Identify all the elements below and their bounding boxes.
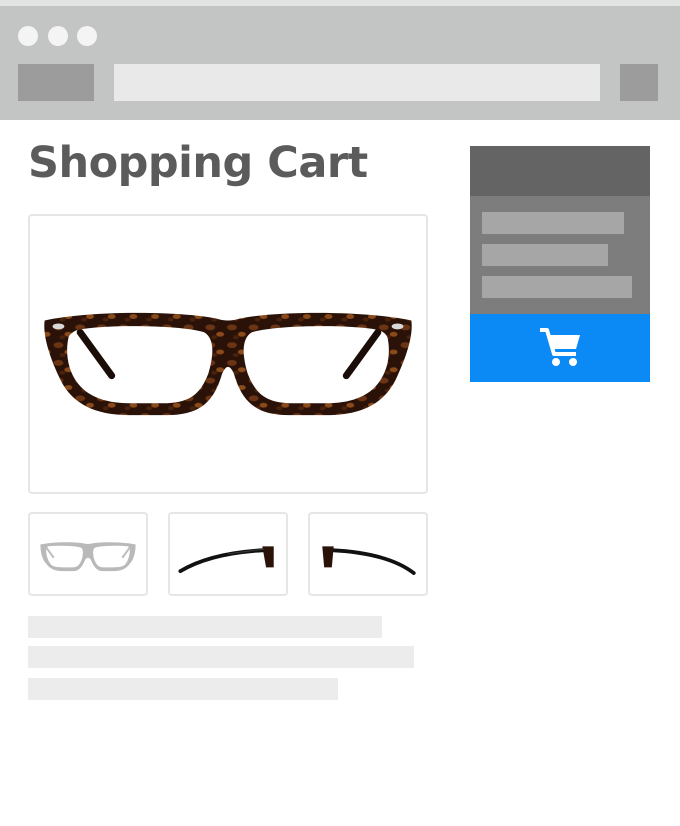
thumbnail-side-black[interactable] bbox=[168, 512, 288, 596]
window-close-dot[interactable] bbox=[18, 26, 38, 46]
product-main-image bbox=[28, 214, 428, 494]
summary-body bbox=[470, 196, 650, 314]
nav-back-button[interactable] bbox=[18, 64, 94, 101]
window-minimize-dot[interactable] bbox=[48, 26, 68, 46]
thumbnail-front-gray[interactable] bbox=[28, 512, 148, 596]
browser-menu-button[interactable] bbox=[620, 64, 658, 101]
page-title: Shopping Cart bbox=[28, 138, 368, 188]
browser-chrome bbox=[0, 0, 680, 120]
description-placeholder-line bbox=[28, 678, 338, 700]
order-summary-panel bbox=[470, 146, 650, 382]
summary-placeholder-line bbox=[482, 244, 608, 266]
description-placeholder-line bbox=[28, 616, 382, 638]
eyeglasses-side-reverse-illustration bbox=[322, 546, 416, 575]
address-bar[interactable] bbox=[114, 64, 600, 101]
eyeglasses-front-gray-illustration bbox=[40, 542, 136, 572]
thumbnail-side-black-reverse[interactable] bbox=[308, 512, 428, 596]
description-placeholder-line bbox=[28, 646, 414, 668]
summary-header bbox=[470, 146, 650, 196]
add-to-cart-button[interactable] bbox=[470, 314, 650, 382]
summary-placeholder-line bbox=[482, 276, 632, 298]
window-maximize-dot[interactable] bbox=[77, 26, 97, 46]
shopping-cart-icon bbox=[540, 328, 580, 366]
summary-placeholder-line bbox=[482, 212, 624, 234]
eyeglasses-front-illustration bbox=[44, 312, 412, 416]
eyeglasses-side-illustration bbox=[178, 546, 274, 574]
